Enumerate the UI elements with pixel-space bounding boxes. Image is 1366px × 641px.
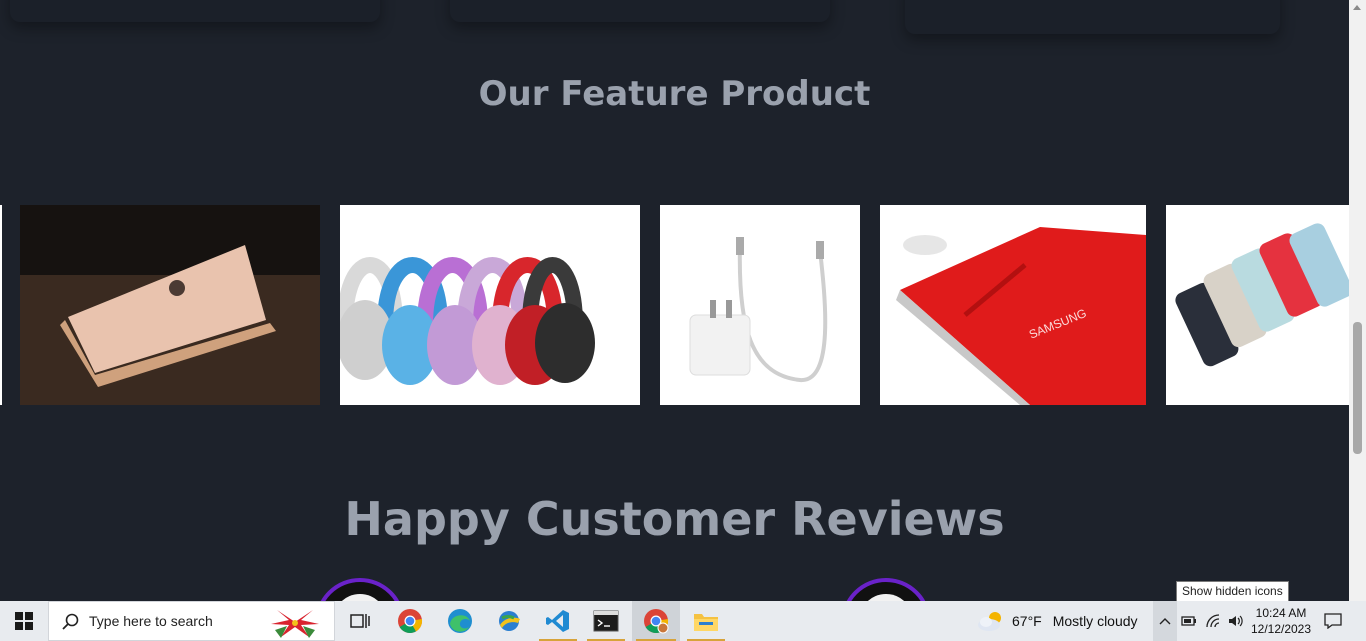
search-placeholder: Type here to search <box>89 613 213 629</box>
chrome-profile-taskbar-button[interactable] <box>632 601 680 641</box>
taskbar-search-box[interactable]: Type here to search <box>48 601 335 641</box>
chrome-profile-icon <box>644 609 669 634</box>
customer-avatar <box>841 578 931 601</box>
chrome-icon <box>398 609 423 634</box>
vscode-icon <box>546 610 569 632</box>
laptop-image <box>20 205 320 405</box>
web-page: Our Feature Product SAMSUNG Happy Custom… <box>0 0 1349 601</box>
product-card-laptop[interactable] <box>20 205 320 405</box>
previous-card <box>10 0 380 22</box>
product-edge <box>0 205 2 405</box>
speaker-icon <box>1229 615 1243 627</box>
notification-center-button[interactable] <box>1318 601 1348 641</box>
search-icon <box>62 613 79 630</box>
edge-icon <box>448 609 472 633</box>
clock[interactable]: 10:24 AM 12/12/2023 <box>1250 601 1312 641</box>
customer-avatar <box>315 578 405 601</box>
battery-tray-button[interactable] <box>1179 601 1199 641</box>
notification-icon <box>1324 613 1342 629</box>
phones-image <box>1166 205 1349 405</box>
scrollbar-thumb[interactable] <box>1353 322 1362 454</box>
product-card-tablet[interactable]: SAMSUNG <box>880 205 1146 405</box>
headphones-image <box>340 205 640 405</box>
clock-date: 12/12/2023 <box>1250 622 1312 636</box>
taskbar: Type here to search 67°F Mostly cloudy 1… <box>0 601 1366 641</box>
product-card-headphones[interactable] <box>340 205 640 405</box>
globe-app-icon <box>499 611 520 631</box>
tablet-image: SAMSUNG <box>880 205 1146 405</box>
scroll-up-icon[interactable] <box>1353 5 1361 10</box>
task-view-icon <box>350 614 370 628</box>
vscode-taskbar-button[interactable] <box>535 601 581 641</box>
terminal-icon <box>593 610 619 632</box>
battery-icon <box>1181 616 1196 626</box>
network-tray-button[interactable] <box>1202 601 1224 641</box>
featured-section-title: Our Feature Product <box>478 74 871 114</box>
weather-widget[interactable]: 67°F Mostly cloudy <box>976 601 1146 641</box>
terminal-taskbar-button[interactable] <box>583 601 629 641</box>
chevron-up-icon <box>1159 618 1171 625</box>
start-button[interactable] <box>0 601 48 641</box>
product-card-charger[interactable] <box>660 205 860 405</box>
network-app-taskbar-button[interactable] <box>486 601 532 641</box>
page-scrollbar[interactable] <box>1349 0 1366 601</box>
wifi-icon <box>1206 614 1220 628</box>
weather-temperature: 67°F <box>1012 613 1042 629</box>
chrome-taskbar-button[interactable] <box>387 601 433 641</box>
windows-logo-icon <box>15 612 33 630</box>
task-view-button[interactable] <box>340 601 380 641</box>
file-explorer-taskbar-button[interactable] <box>683 601 729 641</box>
tray-tooltip: Show hidden icons <box>1176 581 1289 602</box>
reviews-section-title: Happy Customer Reviews <box>344 492 1005 546</box>
show-hidden-icons-button[interactable] <box>1153 601 1177 641</box>
volume-tray-button[interactable] <box>1225 601 1247 641</box>
product-card-phones[interactable] <box>1166 205 1349 405</box>
weather-condition: Mostly cloudy <box>1052 613 1138 629</box>
previous-card <box>450 0 830 22</box>
folder-icon <box>694 614 718 631</box>
poinsettia-icon <box>271 610 319 638</box>
clock-time: 10:24 AM <box>1255 606 1307 620</box>
partly-cloudy-icon <box>978 612 1001 631</box>
previous-card <box>905 0 1280 34</box>
edge-taskbar-button[interactable] <box>437 601 483 641</box>
charger-image <box>660 205 860 405</box>
